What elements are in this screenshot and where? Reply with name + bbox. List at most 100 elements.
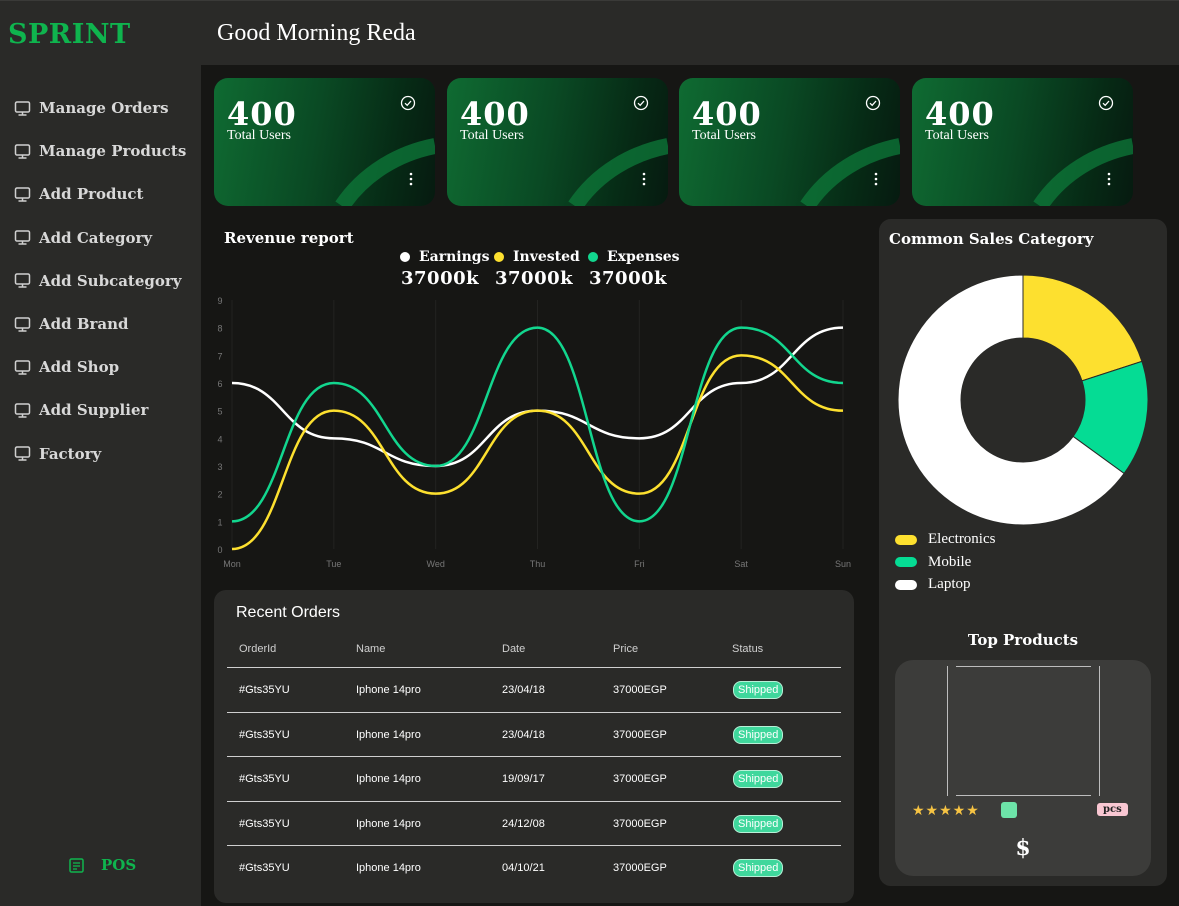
- more-vertical-icon[interactable]: [874, 172, 878, 186]
- monitor-icon: [14, 446, 31, 461]
- app-logo[interactable]: SPRINT: [8, 19, 131, 50]
- legend-value: 37000k: [589, 268, 668, 289]
- x-tick-label: Mon: [223, 559, 241, 569]
- legend-swatch: [895, 557, 917, 567]
- sidebar-item-factory[interactable]: Factory: [14, 442, 101, 466]
- receipt-icon: [69, 857, 84, 873]
- y-tick-label: 8: [217, 324, 222, 334]
- sidebar-item-label: Add Shop: [39, 358, 120, 377]
- table-row[interactable]: #Gts35YU Iphone 14pro 19/09/17 37000EGP Ship…: [227, 756, 841, 800]
- column-header[interactable]: Name: [356, 643, 385, 655]
- legend-swatch: [895, 579, 917, 590]
- top-product-card[interactable]: ★★★★★ pcs $: [895, 660, 1151, 876]
- stat-card[interactable]: 400 Total Users: [447, 78, 668, 206]
- table-cell: Iphone 14pro: [356, 728, 421, 741]
- x-tick-label: Wed: [426, 559, 444, 569]
- stat-label: Total Users: [925, 128, 989, 143]
- top-header: SPRINT Good Morning Reda: [0, 0, 1179, 65]
- legend-label: Electronics: [928, 531, 996, 547]
- more-vertical-icon[interactable]: [642, 172, 646, 186]
- status-badge: Shipped: [733, 681, 784, 699]
- y-tick-label: 0: [217, 545, 222, 555]
- sidebar-item-label: Add Supplier: [39, 401, 149, 420]
- check-circle-icon[interactable]: [865, 95, 881, 111]
- x-tick-label: Fri: [634, 559, 645, 569]
- sidebar-item-add-supplier[interactable]: Add Supplier: [14, 398, 148, 422]
- table-row[interactable]: #Gts35YU Iphone 14pro 23/04/18 37000EGP Ship…: [227, 667, 841, 711]
- more-vertical-icon[interactable]: [409, 172, 413, 186]
- monitor-icon: [14, 403, 31, 418]
- sidebar-item-add-category[interactable]: Add Category: [14, 226, 152, 250]
- stat-label: Total Users: [227, 128, 291, 143]
- table-row[interactable]: #Gts35YU Iphone 14pro 24/12/08 37000EGP Ship…: [227, 800, 841, 845]
- unit-badge: pcs: [1097, 803, 1128, 816]
- column-header[interactable]: Status: [732, 643, 763, 655]
- more-vertical-icon[interactable]: [1107, 172, 1111, 186]
- y-tick-label: 7: [217, 351, 222, 361]
- category-legend-item: Electronics: [895, 531, 995, 548]
- y-tick-label: 2: [217, 490, 222, 500]
- sidebar-item-label: Add Brand: [39, 315, 129, 333]
- stat-card[interactable]: 400 Total Users: [912, 78, 1133, 206]
- recent-orders-panel: Recent Orders OrderId Name Date Price Status…: [214, 590, 854, 903]
- sidebar-item-manage-products[interactable]: Manage Products: [14, 139, 186, 163]
- sidebar-item-add-product[interactable]: Add Product: [14, 182, 143, 206]
- pos-button[interactable]: POS: [68, 856, 136, 874]
- table-cell: #Gts35YU: [239, 862, 290, 875]
- stat-card[interactable]: 400 Total Users: [214, 78, 435, 206]
- check-circle-icon[interactable]: [633, 95, 649, 111]
- table-cell: Iphone 14pro: [356, 684, 421, 696]
- monitor-icon: [14, 230, 31, 245]
- y-tick-label: 1: [217, 517, 222, 527]
- column-header[interactable]: Date: [502, 643, 525, 655]
- category-legend-item: Laptop: [895, 576, 971, 593]
- color-swatch: [1001, 802, 1017, 818]
- stat-card[interactable]: 400 Total Users: [679, 78, 900, 206]
- column-header[interactable]: OrderId: [239, 643, 276, 655]
- legend-dot: [400, 252, 410, 262]
- x-tick-label: Tue: [326, 559, 341, 569]
- legend-label: Mobile: [928, 553, 972, 570]
- table-cell: 37000EGP: [613, 773, 667, 786]
- product-image-placeholder: [947, 666, 1100, 796]
- check-circle-icon[interactable]: [1098, 95, 1114, 111]
- y-tick-label: 3: [217, 462, 222, 472]
- table-cell: 04/10/21: [502, 862, 545, 875]
- y-tick-label: 9: [217, 296, 222, 306]
- sidebar: POS Manage Orders Manage Products Add Prod…: [0, 65, 201, 906]
- table-cell: #Gts35YU: [239, 728, 290, 741]
- table-cell: Iphone 14pro: [356, 862, 421, 875]
- sidebar-item-label: Add Product: [39, 185, 144, 204]
- category-legend-item: Mobile: [895, 554, 971, 571]
- sidebar-item-add-shop[interactable]: Add Shop: [14, 355, 119, 379]
- sidebar-item-label: Add Subcategory: [39, 271, 182, 290]
- donut-slice-electronics: [1022, 274, 1143, 382]
- rating-stars: ★★★★★: [912, 803, 980, 819]
- legend-dot: [494, 252, 504, 262]
- legend-item-invested: Invested: [494, 249, 580, 265]
- monitor-icon: [14, 143, 31, 159]
- table-row[interactable]: #Gts35YU Iphone 14pro 23/04/18 37000EGP Ship…: [227, 711, 841, 756]
- y-tick-label: 4: [217, 434, 222, 444]
- legend-item-earnings: Earnings: [400, 249, 489, 265]
- monitor-icon: [14, 273, 31, 289]
- table-cell: 23/04/18: [502, 728, 545, 741]
- table-row[interactable]: #Gts35YU Iphone 14pro 04/10/21 37000EGP Ship…: [227, 845, 841, 889]
- sales-category-title: Common Sales Category: [889, 230, 1094, 248]
- sidebar-item-manage-orders[interactable]: Manage Orders: [14, 96, 169, 120]
- monitor-icon: [14, 359, 31, 375]
- table-cell: #Gts35YU: [239, 773, 290, 786]
- revenue-line-chart: 0 1 2 3 4 5 6 7 8 9 Mon Tue Wed Thu Fri Sat Sun: [217, 296, 851, 569]
- column-header[interactable]: Price: [613, 643, 638, 655]
- sidebar-item-add-brand[interactable]: Add Brand: [14, 312, 129, 336]
- status-badge: Shipped: [733, 859, 784, 878]
- sidebar-item-add-subcategory[interactable]: Add Subcategory: [14, 269, 182, 293]
- legend-name: Expenses: [607, 249, 680, 265]
- table-cell: 23/04/18: [502, 684, 545, 696]
- table-cell: 37000EGP: [613, 817, 667, 830]
- sidebar-item-label: Manage Orders: [39, 99, 169, 117]
- check-circle-icon[interactable]: [400, 95, 416, 111]
- legend-value: 37000k: [401, 268, 480, 289]
- legend-name: Earnings: [419, 249, 490, 265]
- legend-label: Laptop: [928, 576, 971, 592]
